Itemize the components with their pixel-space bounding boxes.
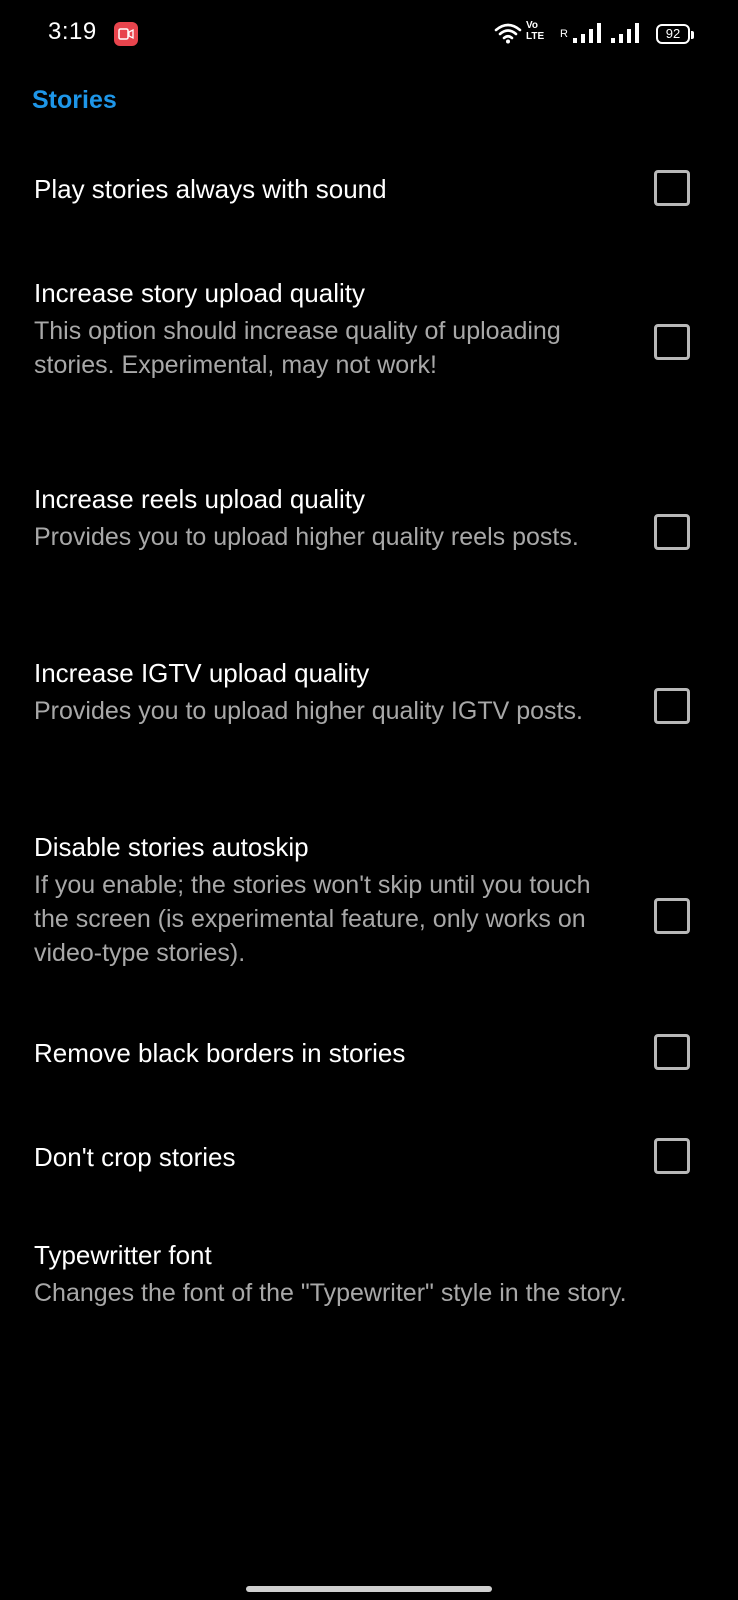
pref-checkbox[interactable]	[654, 170, 690, 206]
status-bar: 3:19 Vo LTE R 92	[0, 0, 738, 68]
pref-title: Don't crop stories	[34, 1142, 236, 1172]
pref-title: Play stories always with sound	[34, 174, 387, 204]
volte-icon: Vo LTE	[526, 20, 554, 46]
pref-checkbox[interactable]	[654, 688, 690, 724]
pref-summary: This option should increase quality of u…	[34, 317, 561, 379]
pref-summary: If you enable; the stories won't skip un…	[34, 871, 591, 967]
pref-dont-crop-stories[interactable]: Don't crop stories	[0, 1134, 738, 1214]
pref-checkbox[interactable]	[654, 1034, 690, 1070]
signal-strength-icon	[573, 23, 601, 43]
gesture-nav-handle[interactable]	[246, 1586, 492, 1592]
pref-title: Increase reels upload quality	[34, 484, 365, 514]
roaming-indicator: R	[560, 28, 568, 40]
pref-summary: Changes the font of the "Typewriter" sty…	[34, 1279, 627, 1307]
pref-title: Disable stories autoskip	[34, 832, 309, 862]
section-title-stories: Stories	[32, 86, 117, 114]
signal-strength-icon	[611, 23, 639, 43]
pref-summary: Provides you to upload higher quality IG…	[34, 697, 583, 725]
pref-checkbox[interactable]	[654, 514, 690, 550]
battery-level: 92	[665, 26, 681, 41]
pref-title: Typewritter font	[34, 1240, 212, 1270]
status-icons: Vo LTE R 92	[490, 18, 694, 50]
pref-igtv-upload-quality[interactable]: Increase IGTV upload quality Provides yo…	[0, 646, 738, 776]
pref-disable-autoskip[interactable]: Disable stories autoskip If you enable; …	[0, 820, 738, 990]
pref-checkbox[interactable]	[654, 1138, 690, 1174]
pref-title: Increase IGTV upload quality	[34, 658, 370, 688]
pref-checkbox[interactable]	[654, 898, 690, 934]
volte-label-bottom: LTE	[526, 31, 545, 42]
status-time: 3:19	[48, 18, 97, 45]
pref-summary: Provides you to upload higher quality re…	[34, 523, 579, 551]
screen-record-icon	[114, 22, 138, 46]
volte-label-top: Vo	[526, 20, 539, 31]
battery-icon: 92	[656, 24, 694, 44]
pref-checkbox[interactable]	[654, 324, 690, 360]
pref-title: Remove black borders in stories	[34, 1038, 406, 1068]
pref-reels-upload-quality[interactable]: Increase reels upload quality Provides y…	[0, 470, 738, 600]
pref-play-with-sound[interactable]: Play stories always with sound	[0, 150, 738, 230]
wifi-icon	[494, 23, 522, 44]
pref-remove-black-borders[interactable]: Remove black borders in stories	[0, 1030, 738, 1110]
pref-typewriter-font[interactable]: Typewritter font Changes the font of the…	[0, 1236, 738, 1356]
pref-story-upload-quality[interactable]: Increase story upload quality This optio…	[0, 260, 738, 430]
battery-tip	[691, 31, 694, 39]
pref-title: Increase story upload quality	[34, 278, 365, 308]
